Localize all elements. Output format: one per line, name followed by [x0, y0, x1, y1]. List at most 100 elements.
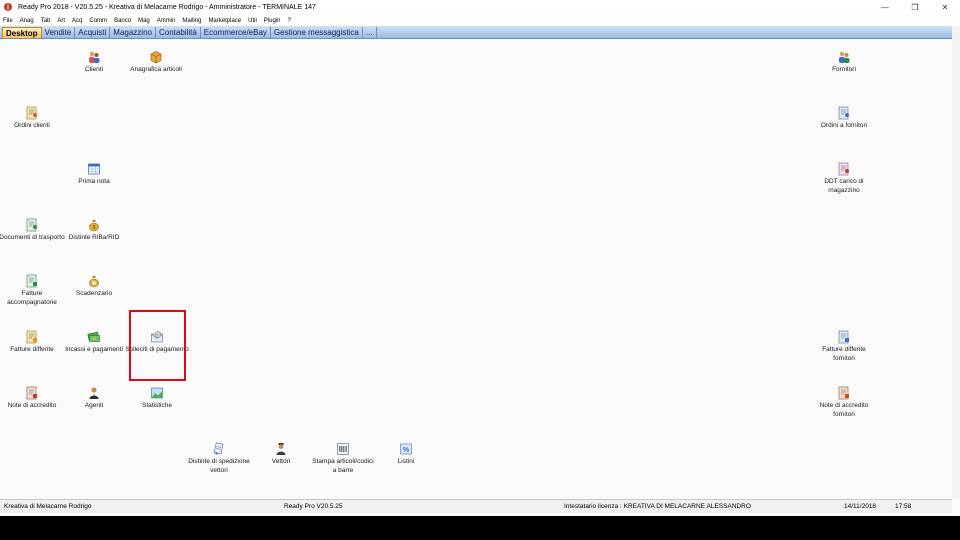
desktop-icon-label: Distinte di spedizione vettori: [188, 458, 250, 474]
desktop-icon-label: Clienti: [84, 66, 104, 73]
desktop-icon-distinte-riba[interactable]: $ Distinte RiBa/RID: [61, 218, 127, 243]
document-user-icon: [25, 106, 39, 120]
desktop-icon-fatture-accompagnatorie[interactable]: Fatture accompagnatorie: [0, 274, 65, 307]
calendar-grid-icon: [87, 162, 101, 176]
tab-vendite[interactable]: Vendite: [42, 27, 76, 38]
document-supplier-icon: [837, 106, 851, 120]
desktop-icon-anagrafica-articoli[interactable]: Anagrafica articoli: [123, 50, 189, 75]
desktop-icon-statistiche[interactable]: Statistiche: [124, 386, 190, 411]
desktop-icon-label: Fatture differite fornitori: [822, 346, 866, 362]
tab-messaggistica[interactable]: Gestione messaggistica: [271, 27, 363, 38]
desktop-icon-fornitori[interactable]: Fornitori: [811, 50, 877, 75]
menu-comm[interactable]: Comm: [89, 18, 107, 24]
desktop-icon-label: Note di accredito fornitori: [819, 402, 869, 418]
desktop-icon-label: Prima nota: [78, 178, 110, 185]
desktop-icon-label: Fatture accompagnatorie: [7, 290, 57, 306]
menu-banco[interactable]: Banco: [114, 18, 131, 24]
menu-acq[interactable]: Acq: [72, 18, 82, 24]
desktop-icon-scadenzario[interactable]: Scadenzario: [61, 274, 127, 299]
supplier-invoice-icon: [837, 330, 851, 344]
tab-acquisti[interactable]: Acquisti: [75, 27, 111, 38]
desktop-icon-label: Fornitori: [832, 66, 856, 73]
menu-anag[interactable]: Anag: [20, 18, 34, 24]
desktop-icon-label: Documenti di trasporto: [0, 234, 65, 241]
desktop-icon-label: Note di accredito: [7, 402, 57, 409]
document-transport-icon: [25, 218, 39, 232]
app-window: Ready Pro 2018 - V20.5.25 - Kreativa di …: [0, 0, 960, 516]
close-button[interactable]: ✕: [930, 0, 960, 14]
title-bar: Ready Pro 2018 - V20.5.25 - Kreativa di …: [0, 0, 960, 14]
tab-ecommerce[interactable]: Ecommerce/eBay: [201, 27, 271, 38]
desktop-icon-ordini-clienti[interactable]: Ordini clienti: [0, 106, 65, 131]
tab-contabilita[interactable]: Contabilità: [156, 27, 201, 38]
price-percent-icon: %: [399, 442, 413, 456]
desktop-icon-documenti-trasporto[interactable]: Documenti di trasporto: [0, 218, 65, 243]
banknotes-icon: [87, 330, 101, 344]
desktop-icon-label: Agenti: [84, 402, 104, 409]
menu-bar: File Anag Tab Art Acq Comm Banco Mag Amm…: [0, 15, 960, 26]
right-edge-strip: [952, 26, 960, 498]
desktop-icon-fatture-differite[interactable]: Fatture differite: [0, 330, 65, 355]
status-version: Ready Pro V20.5.25: [284, 503, 343, 510]
status-license: Intestatario licenza : KREATIVA DI MELAC…: [564, 503, 751, 510]
money-bag-clock-icon: [87, 274, 101, 288]
app-logo-icon: [4, 3, 12, 11]
menu-mailing[interactable]: Mailing: [182, 18, 201, 24]
window-controls: — ❐ ✕: [870, 0, 960, 14]
courier-person-icon: [274, 442, 288, 456]
document-warehouse-icon: [837, 162, 851, 176]
menu-file[interactable]: File: [3, 18, 13, 24]
desktop-icon-agenti[interactable]: Agenti: [61, 386, 127, 411]
tab-bar: Desktop Vendite Acquisti Magazzino Conta…: [0, 26, 952, 39]
svg-text:$: $: [93, 225, 96, 231]
menu-util[interactable]: Util: [248, 18, 257, 24]
desktop-icon-label: Scadenzario: [75, 290, 113, 297]
agent-person-icon: [87, 386, 101, 400]
selection-highlight-box: [129, 310, 186, 381]
menu-mag[interactable]: Mag: [138, 18, 150, 24]
desktop-icon-label: Incassi e pagamenti: [65, 346, 123, 353]
menu-help[interactable]: ?: [287, 18, 290, 24]
desktop-icon-label: Fatture differite: [10, 346, 54, 353]
menu-ammin[interactable]: Ammin: [157, 18, 176, 24]
desktop-icon-ordini-fornitori[interactable]: Ordini a fornitori: [811, 106, 877, 131]
desktop-icon-incassi-pagamenti[interactable]: Incassi e pagamenti: [61, 330, 127, 355]
desktop-icon-label: Listini: [397, 458, 415, 465]
desktop-icon-label: Stampa articoli/codici a barre: [312, 458, 374, 474]
desktop-icon-label: Statistiche: [142, 402, 172, 409]
desktop-icon-stampa-articoli[interactable]: Stampa articoli/codici a barre: [310, 442, 376, 475]
desktop-icon-label: Ordini a fornitori: [820, 122, 868, 129]
status-date: 14/11/2018: [844, 503, 877, 510]
deferred-invoice-icon: [25, 330, 39, 344]
desktop-icon-label: Ordini clienti: [14, 122, 50, 129]
minimize-button[interactable]: —: [870, 0, 900, 14]
tab-magazzino[interactable]: Magazzino: [110, 27, 156, 38]
desktop-icon-prima-nota[interactable]: Prima nota: [61, 162, 127, 187]
desktop-icon-label: Vettori: [271, 458, 291, 465]
menu-marketplace[interactable]: Marketplace: [208, 18, 241, 24]
desktop-icon-clienti[interactable]: Clienti: [61, 50, 127, 75]
svg-text:%: %: [403, 447, 410, 454]
tab-desktop[interactable]: Desktop: [2, 27, 42, 38]
tab-more[interactable]: ...: [363, 27, 377, 38]
package-icon: [149, 50, 163, 64]
suppliers-icon: [837, 50, 851, 64]
desktop-icon-vettori[interactable]: Vettori: [248, 442, 314, 467]
shipping-scroll-icon: [212, 442, 226, 456]
desktop-icon-listini[interactable]: % Listini: [373, 442, 439, 467]
users-icon: [87, 50, 101, 64]
chart-picture-icon: [150, 386, 164, 400]
invoice-icon: [25, 274, 39, 288]
desktop-icon-note-accredito-fornitori[interactable]: Note di accredito fornitori: [811, 386, 877, 419]
menu-tab[interactable]: Tab: [41, 18, 51, 24]
desktop-icon-ddt-carico[interactable]: DDT carico di magazzino: [811, 162, 877, 195]
desktop-icon-note-accredito[interactable]: Note di accredito: [0, 386, 65, 411]
menu-art[interactable]: Art: [57, 18, 65, 24]
status-bar: Kreativa di Melacarne Rodrigo Ready Pro …: [0, 499, 952, 513]
menu-plugin[interactable]: Plugin: [264, 18, 281, 24]
desktop-icon-label: Distinte RiBa/RID: [68, 234, 120, 241]
status-time: 17:58: [895, 503, 912, 510]
restore-button[interactable]: ❐: [900, 0, 930, 14]
desktop-icon-distinte-spedizione[interactable]: Distinte di spedizione vettori: [186, 442, 252, 475]
desktop-icon-fatture-differite-fornitori[interactable]: Fatture differite fornitori: [811, 330, 877, 363]
